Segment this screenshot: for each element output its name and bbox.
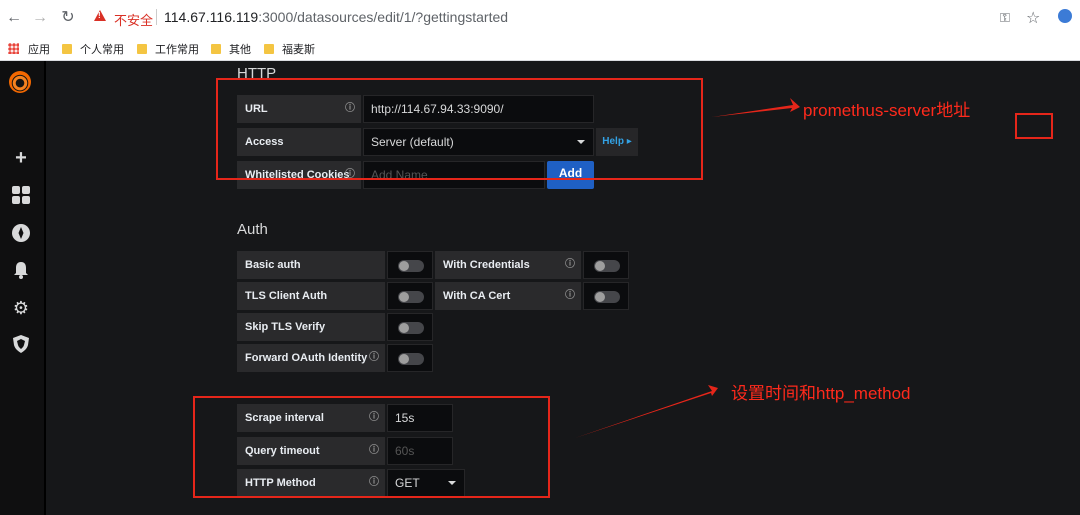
arrow-to-prom-box xyxy=(575,385,718,438)
server-annotation-text: promethus-server地址 xyxy=(803,101,971,120)
arrow-to-http-box xyxy=(712,98,800,117)
method-annotation-text: 设置时间和http_method xyxy=(731,384,911,403)
annotation-arrows xyxy=(575,98,800,438)
